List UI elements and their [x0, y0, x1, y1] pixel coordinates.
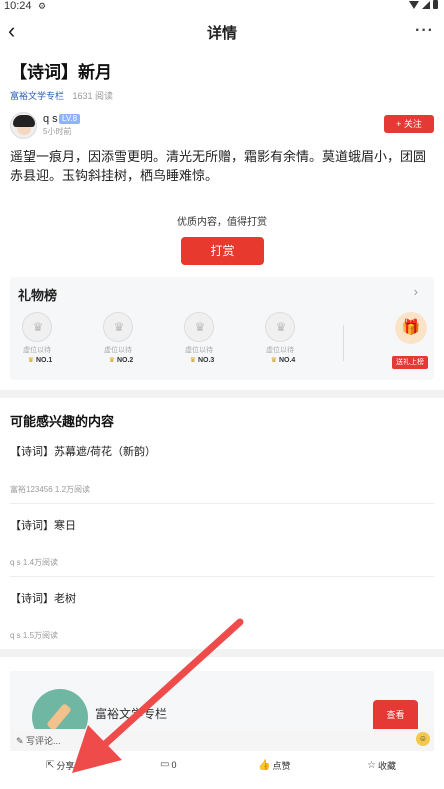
send-gift-button[interactable]: 送礼上榜 [392, 356, 428, 369]
avatar[interactable] [10, 112, 37, 139]
slot-vacant-label: 虚位以待 [23, 347, 51, 354]
slot-vacant-label: 虚位以待 [266, 347, 294, 354]
crown-icon: ♛ [270, 357, 277, 364]
column-name: 富裕文学专栏 [95, 707, 168, 721]
post-time: 5小时前 [43, 127, 72, 136]
emoji-icon[interactable]: ☺ [416, 732, 430, 746]
battery-icon [433, 0, 438, 9]
gift-icon: 🎁 [401, 319, 421, 336]
recommend-item-meta: q s 1.4万阅读 [10, 558, 59, 567]
slot-avatar: ♛ [265, 312, 295, 342]
wifi-icon [409, 0, 419, 9]
crown-icon: ♛ [194, 320, 206, 334]
slot-vacant-label: 虚位以待 [104, 347, 132, 354]
slot-avatar: ♛ [184, 312, 214, 342]
slot-avatar: ♛ [103, 312, 133, 342]
chevron-right-icon[interactable]: › [414, 284, 418, 299]
comment-icon: ▭ [160, 759, 170, 770]
tip-button[interactable]: 打赏 [181, 237, 264, 265]
article-title: 【诗词】新月 [10, 63, 112, 82]
recommend-item-meta: q s 1.5万阅读 [10, 631, 59, 640]
slot-vacant-label: 虚位以待 [185, 347, 213, 354]
gift-slot[interactable]: ♛ 虚位以待 ♛ NO.4 [259, 312, 301, 370]
status-indicators [409, 0, 438, 9]
crown-icon: ♛ [32, 320, 44, 334]
divider [10, 576, 434, 577]
top-nav: ‹ 详情 ··· [0, 14, 444, 50]
gift-box-button[interactable]: 🎁 [395, 312, 427, 344]
rank-label: NO.2 [116, 357, 134, 364]
tip-caption: 优质内容，值得打赏 [177, 217, 267, 228]
gift-ranking-title: 礼物榜 [18, 288, 58, 303]
crown-icon: ♛ [27, 357, 34, 364]
favorite-button[interactable]: ☆ 收藏 [367, 759, 396, 772]
slot-rank: ♛ NO.3 [178, 356, 226, 364]
avatar-hair [13, 115, 35, 127]
comment-count: 0 [171, 759, 177, 770]
comment-button[interactable]: ▭ 0 [160, 759, 176, 770]
recommend-item-title[interactable]: 【诗词】苏幕遮/荷花（新韵） [10, 443, 156, 459]
gift-slot[interactable]: ♛ 虚位以待 ♛ NO.2 [97, 312, 139, 370]
share-button[interactable]: ⇱ 分享 [46, 759, 74, 772]
comment-placeholder: ✎ 写评论... [16, 736, 61, 746]
author-row: q s LV.8 5小时前 + 关注 [10, 112, 434, 140]
recommend-item-title[interactable]: 【诗词】老树 [10, 590, 76, 606]
rank-label: NO.4 [278, 357, 296, 364]
signal-icon [422, 0, 430, 9]
favorite-label: 收藏 [377, 761, 396, 771]
settings-icon: ⚙ [38, 1, 47, 11]
rank-label: NO.1 [35, 357, 53, 364]
author-name[interactable]: q s [43, 113, 58, 125]
share-label: 分享 [56, 761, 75, 771]
column-card[interactable]: 富裕文学专栏 查看 [10, 671, 434, 731]
comment-input[interactable]: ✎ 写评论... ☺ [10, 729, 434, 751]
divider [10, 503, 434, 504]
crown-icon: ♛ [189, 357, 196, 364]
article-body: 遥望一痕月，因添雪更明。清光无所赠，霜影有余情。莫道蛾眉小，团圆赤县迎。玉钩斜挂… [10, 149, 427, 183]
more-icon[interactable]: ··· [415, 22, 434, 40]
gift-ranking-card: 礼物榜 › ♛ 虚位以待 ♛ NO.1 ♛ 虚位以待 ♛ NO.2 ♛ 虚位以待… [10, 277, 434, 380]
pen-icon [46, 703, 72, 731]
crown-icon: ♛ [113, 320, 125, 334]
recommend-item-title[interactable]: 【诗词】寒日 [10, 517, 76, 533]
article-meta: 富裕文学专栏 1631 阅读 [10, 89, 113, 102]
like-button[interactable]: 👍 点赞 [258, 759, 290, 772]
section-divider [0, 390, 444, 398]
rank-label: NO.3 [197, 357, 215, 364]
crown-icon: ♛ [108, 357, 115, 364]
star-icon: ☆ [367, 760, 376, 771]
status-time: 10:24 [4, 0, 32, 12]
crown-icon: ♛ [275, 320, 287, 334]
share-icon: ⇱ [46, 760, 55, 771]
slot-avatar: ♛ [22, 312, 52, 342]
like-label: 点赞 [272, 761, 291, 771]
level-badge: LV.8 [59, 114, 81, 124]
column-link[interactable]: 富裕文学专栏 [10, 91, 64, 101]
status-bar: 10:24 ⚙ [0, 0, 444, 14]
gift-slot[interactable]: ♛ 虚位以待 ♛ NO.3 [178, 312, 220, 370]
page-title: 详情 [206, 25, 237, 42]
column-logo [32, 689, 88, 731]
bottom-action-bar: ⇱ 分享 ▭ 0 👍 点赞 ☆ 收藏 [0, 754, 444, 778]
thumbs-up-icon: 👍 [258, 760, 271, 771]
recommend-header: 可能感兴趣的内容 [10, 414, 115, 429]
divider [343, 325, 344, 361]
follow-button[interactable]: + 关注 [384, 115, 434, 133]
read-count: 1631 阅读 [72, 91, 114, 101]
slot-rank: ♛ NO.2 [97, 356, 145, 364]
view-column-button[interactable]: 查看 [373, 700, 418, 731]
slot-rank: ♛ NO.1 [16, 356, 64, 364]
recommend-item-meta: 富裕123456 1.2万阅读 [10, 485, 91, 494]
gift-slot[interactable]: ♛ 虚位以待 ♛ NO.1 [16, 312, 58, 370]
slot-rank: ♛ NO.4 [259, 356, 307, 364]
section-divider [0, 649, 444, 657]
